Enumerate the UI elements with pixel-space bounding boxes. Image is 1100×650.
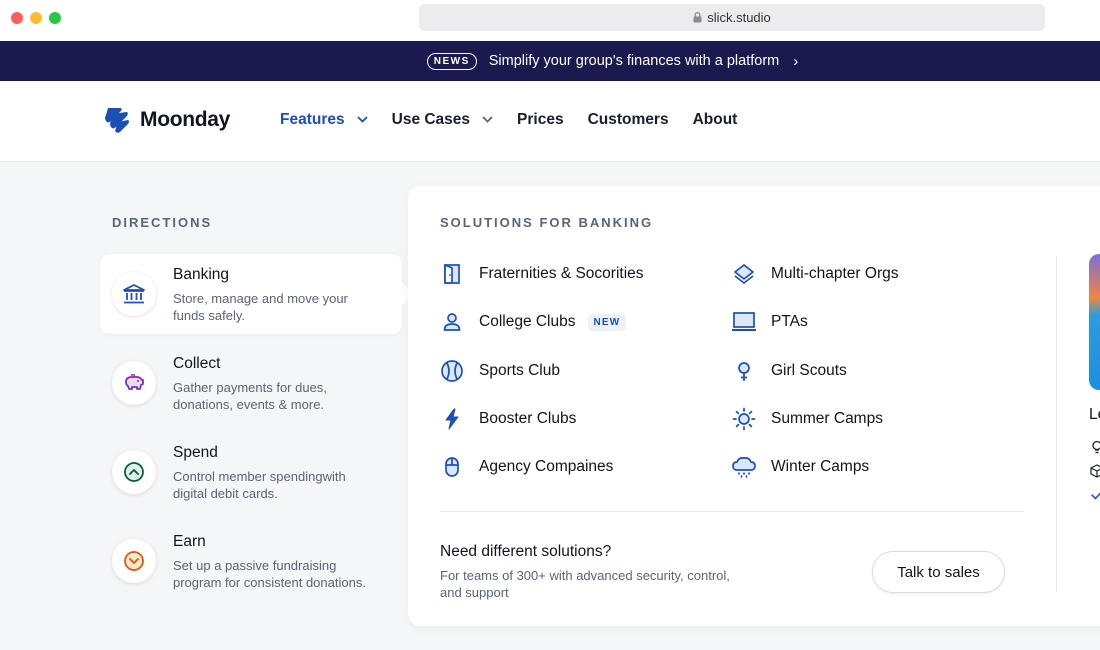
promo-title: Le [1089,406,1100,423]
direction-item-banking[interactable]: Banking Store, manage and move your fund… [100,254,402,334]
door-icon [439,261,465,287]
solution-label: College Clubs [479,313,576,330]
brand-name: Moonday [140,108,231,131]
maximize-window-button[interactable] [49,12,61,24]
piggy-bank-icon [112,361,156,405]
direction-label: Banking [173,266,230,283]
nav-prices[interactable]: Prices [517,111,564,129]
solution-label: Multi-chapter Orgs [771,265,899,282]
solution-label: Girl Scouts [771,362,847,379]
chevron-down-icon [482,114,493,126]
divider [440,511,1024,512]
lock-icon [693,12,702,23]
female-icon [731,358,757,384]
nav-use-cases[interactable]: Use Cases [392,111,493,129]
solution-winter-camps[interactable]: Winter Camps [731,454,869,480]
vertical-divider [1056,256,1057,592]
solution-multi-chapter[interactable]: Multi-chapter Orgs [731,261,898,287]
nav-use-cases-label: Use Cases [391,111,471,128]
lightbulb-icon [1092,440,1100,454]
direction-label: Earn [173,533,206,550]
news-banner[interactable]: NEWS Simplify your group's finances with… [0,41,1100,81]
direction-desc: Gather payments for dues, donations, eve… [173,380,327,412]
lightning-icon [439,406,465,432]
chevron-right-icon: › [793,52,799,70]
direction-item-collect[interactable]: Collect Gather payments for dues, donati… [100,343,402,423]
need-solutions-desc: For teams of 300+ with advanced security… [440,568,730,600]
nav-links: Features Use Cases Prices Customers Abou… [280,111,761,129]
sun-icon [731,406,757,432]
directions-heading: DIRECTIONS [112,215,213,230]
nav-about-label: About [692,111,738,128]
new-badge: NEW [587,313,627,331]
check-icon [1091,492,1100,500]
cloud-snow-icon [731,454,757,480]
nav-about[interactable]: About [693,111,738,129]
solutions-panel: SOLUTIONS FOR BANKING Fraternities & Soc… [408,186,1100,626]
minimize-window-button[interactable] [30,12,42,24]
logo[interactable]: Moonday [102,106,230,134]
promo-image[interactable] [1089,254,1100,390]
direction-label: Spend [173,444,218,461]
layers-icon [731,261,757,287]
news-badge: NEWS [426,52,477,70]
banner-text: Simplify your group's finances with a pl… [488,53,780,69]
laptop-icon [731,309,757,335]
solutions-heading: SOLUTIONS FOR BANKING [440,215,654,230]
solution-label: Summer Camps [771,410,883,427]
solution-label: Agency Compaines [479,458,614,475]
ball-icon [439,358,465,384]
solution-label: Winter Camps [771,458,870,475]
solution-girl-scouts[interactable]: Girl Scouts [731,358,847,384]
nav-customers-label: Customers [587,111,669,128]
need-solutions-title: Need different solutions? [440,543,612,560]
direction-item-earn[interactable]: Earn Set up a passive fundraising progra… [100,521,402,601]
address-bar[interactable]: slick.studio [419,4,1045,31]
solution-label: Sports Club [479,362,560,379]
solution-summer-camps[interactable]: Summer Camps [731,406,883,432]
chevron-up-circle-icon [112,450,156,494]
moonday-logo-icon [105,108,129,133]
direction-item-spend[interactable]: Spend Control member spendingwith digita… [100,432,402,512]
solution-fraternities[interactable]: Fraternities & Socorities [439,261,644,287]
direction-desc: Set up a passive fundraising program for… [173,558,366,590]
solution-sports-club[interactable]: Sports Club [439,358,560,384]
close-window-button[interactable] [11,12,23,24]
talk-to-sales-button[interactable]: Talk to sales [872,551,1005,593]
browser-chrome: slick.studio [0,0,1100,41]
solution-agency-companies[interactable]: Agency Compaines [439,454,613,480]
cube-icon [1090,464,1100,478]
person-icon [439,309,465,335]
solution-label: Fraternities & Socorities [479,265,644,282]
nav-features[interactable]: Features [280,111,368,129]
solution-label: PTAs [771,313,808,330]
solution-college-clubs[interactable]: College Clubs NEW [439,309,627,335]
bank-icon [112,272,156,316]
nav-customers[interactable]: Customers [588,111,669,129]
chevron-down-circle-icon [112,539,156,583]
solution-ptas[interactable]: PTAs [731,309,808,335]
chevron-down-icon [356,114,368,126]
solution-booster-clubs[interactable]: Booster Clubs [439,406,576,432]
nav-features-label: Features [280,111,345,128]
top-nav: Moonday Features Use Cases Prices Custom… [0,81,1100,162]
url-text: slick.studio [707,10,771,25]
direction-desc: Control member spendingwith digital debi… [173,469,346,501]
direction-label: Collect [173,355,221,372]
mouse-icon [439,454,465,480]
nav-prices-label: Prices [517,111,564,128]
solution-label: Booster Clubs [479,410,577,427]
direction-desc: Store, manage and move your funds safely… [173,291,348,323]
